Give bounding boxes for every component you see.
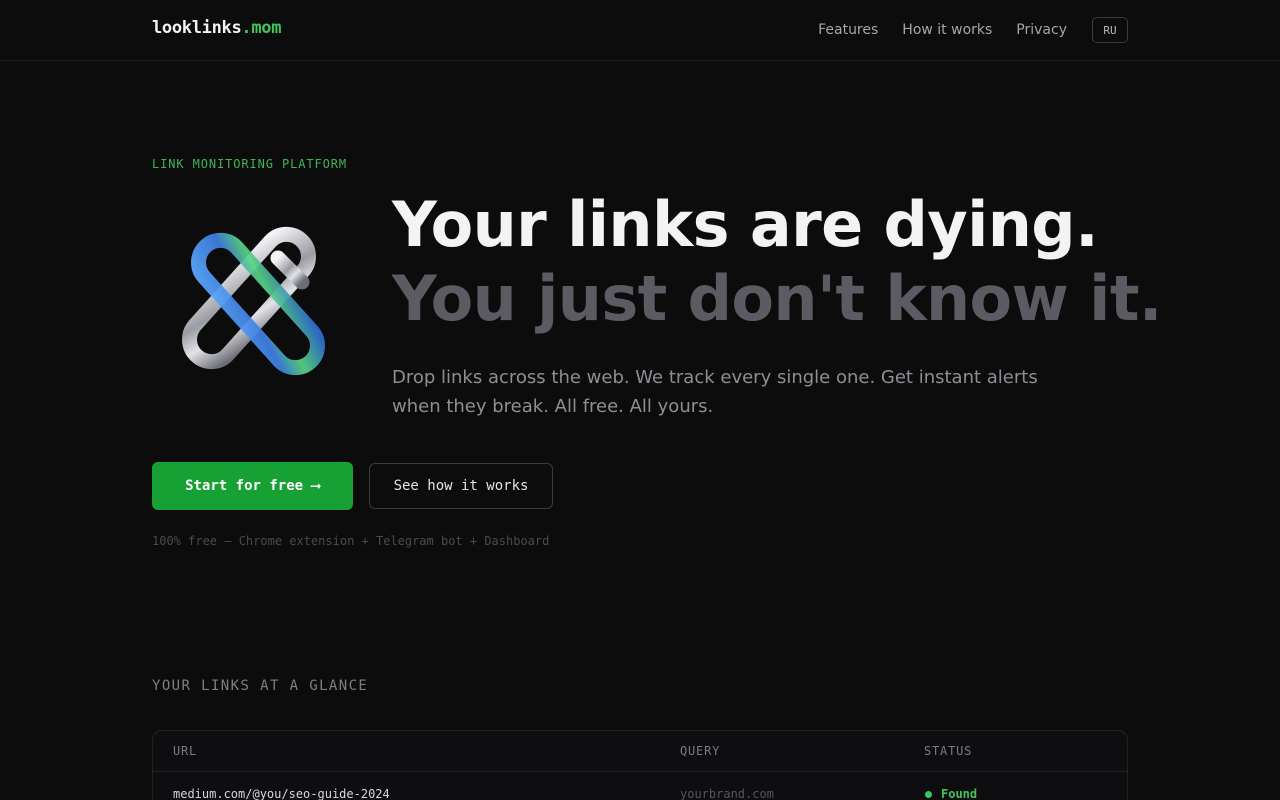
status-label: Found (941, 787, 978, 800)
hero-lead-text: Drop links across the web. We track ever… (392, 367, 1038, 417)
table-header: URL QUERY STATUS (153, 731, 1127, 772)
hero-headline-secondary: You just don't know it. (392, 262, 1162, 335)
row-url: medium.com/@you/seo-guide-2024 (173, 787, 390, 800)
logo[interactable]: looklinks.mom (152, 18, 281, 38)
status-badge: Found (925, 787, 977, 800)
hero-fineprint: 100% free — Chrome extension + Telegram … (152, 534, 550, 548)
nav-link-how-it-works[interactable]: How it works (902, 18, 992, 42)
section-title-glance: YOUR LINKS AT A GLANCE (152, 678, 369, 694)
language-switch-button[interactable]: RU (1092, 17, 1128, 43)
hero-eyebrow: LINK MONITORING PLATFORM (152, 157, 347, 171)
links-table: URL QUERY STATUS medium.com/@you/seo-gui… (152, 730, 1128, 800)
status-dot-icon (925, 790, 932, 798)
nav-link-privacy[interactable]: Privacy (1016, 18, 1067, 42)
row-query: yourbrand.com (680, 787, 774, 800)
start-for-free-button[interactable]: Start for free ⟶ (152, 462, 353, 510)
column-header-query: QUERY (680, 744, 721, 758)
logo-name: looklinks (152, 18, 242, 38)
main-nav: Features How it works Privacy RU (794, 17, 1128, 43)
nav-link-features[interactable]: Features (818, 18, 878, 42)
hero-headline-primary: Your links are dying. (392, 188, 1099, 261)
logo-tld: .mom (241, 18, 282, 38)
see-how-it-works-button[interactable]: See how it works (369, 463, 553, 509)
column-header-url: URL (173, 744, 198, 758)
table-row[interactable]: medium.com/@you/seo-guide-2024 yourbrand… (153, 772, 1127, 800)
chain-link-icon (182, 226, 325, 376)
top-navbar: looklinks.mom Features How it works Priv… (0, 0, 1280, 61)
column-header-status: STATUS (924, 744, 973, 758)
